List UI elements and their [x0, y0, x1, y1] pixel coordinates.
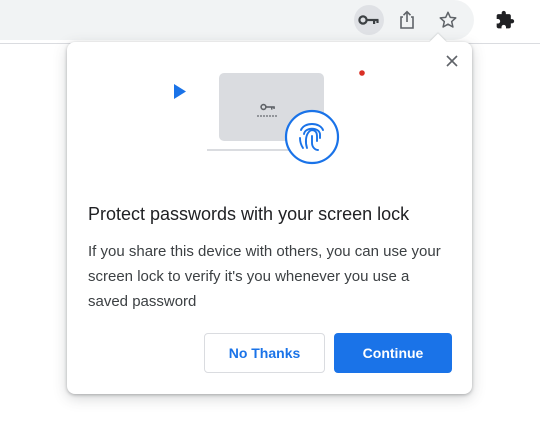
dialog-title: Protect passwords with your screen lock	[88, 204, 410, 224]
extensions-icon[interactable]	[490, 5, 520, 35]
key-icon[interactable]	[354, 5, 384, 35]
browser-toolbar	[0, 0, 540, 43]
red-dot	[359, 70, 365, 76]
screen-lock-dialog: Protect passwords with your screen lock …	[67, 33, 472, 394]
dialog-body: If you share this device with others, yo…	[88, 243, 441, 310]
close-icon[interactable]	[441, 50, 463, 72]
share-icon[interactable]	[392, 5, 422, 35]
play-triangle-icon	[174, 84, 186, 99]
screen-lock-illustration	[174, 70, 365, 165]
star-icon[interactable]	[433, 5, 463, 35]
continue-button[interactable]: Continue	[334, 333, 452, 373]
no-thanks-button[interactable]: No Thanks	[204, 333, 325, 373]
